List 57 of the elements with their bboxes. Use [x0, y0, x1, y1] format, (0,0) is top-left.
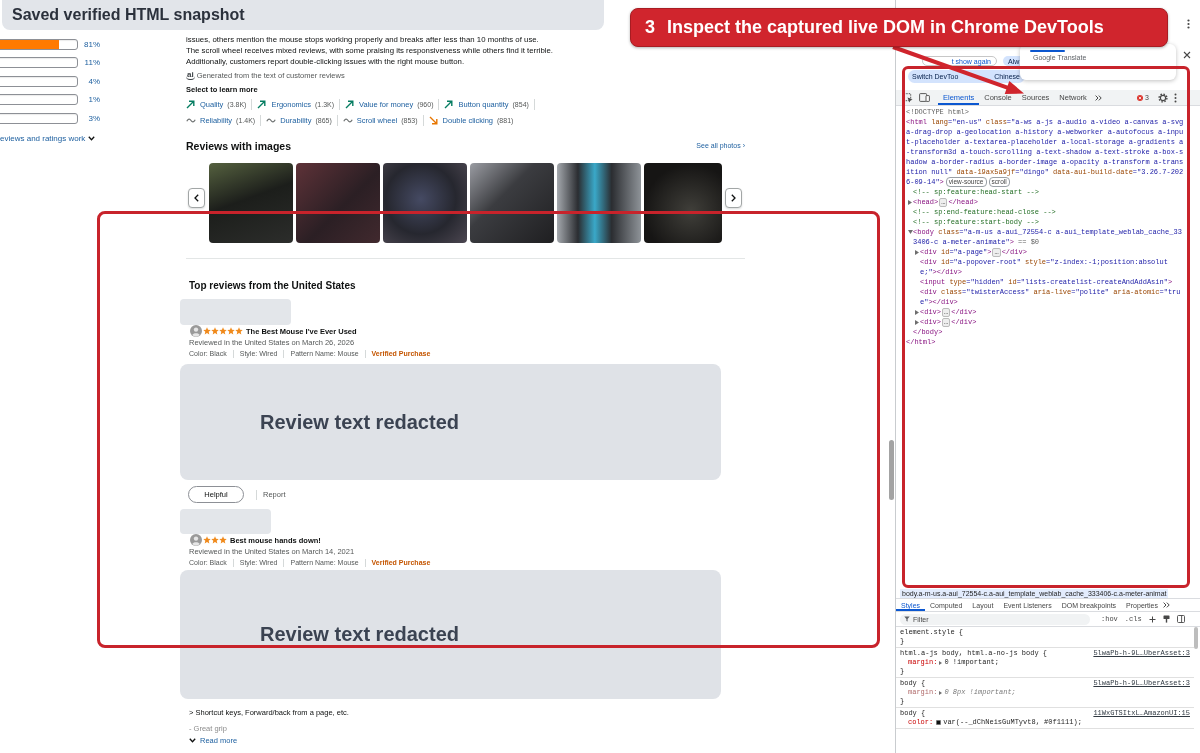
- expand-triangle-icon[interactable]: [939, 690, 943, 695]
- trend-down-icon: [428, 115, 439, 125]
- caret-right-icon[interactable]: [915, 309, 919, 315]
- caret-right-icon[interactable]: [908, 199, 912, 205]
- scrollbar-thumb[interactable]: [889, 440, 894, 500]
- double-chevron-icon[interactable]: [1163, 602, 1170, 608]
- photo-placeholder[interactable]: [296, 163, 380, 243]
- callout-text: Inspect the captured live DOM in Chrome DevTools: [667, 17, 1104, 38]
- rating-percent[interactable]: 81%: [79, 39, 100, 49]
- close-icon[interactable]: [1183, 51, 1191, 59]
- carousel-next-button[interactable]: [725, 188, 742, 208]
- ratings-info-link[interactable]: eviews and ratings work: [0, 132, 96, 145]
- more-options-icon[interactable]: [1187, 19, 1190, 29]
- photo-placeholder[interactable]: [470, 163, 554, 243]
- error-icon: [1137, 94, 1144, 101]
- plus-icon[interactable]: [1148, 615, 1156, 623]
- select-cursor-icon[interactable]: [903, 92, 913, 103]
- scrollbar-thumb[interactable]: [1194, 627, 1198, 649]
- expand-triangle-icon[interactable]: [939, 660, 943, 665]
- rating-percent[interactable]: 1%: [79, 95, 100, 105]
- color-swatch-icon[interactable]: [936, 720, 942, 725]
- photo-placeholder[interactable]: [383, 163, 467, 243]
- devices-icon[interactable]: [919, 93, 930, 102]
- section-heading: Reviews with images: [186, 139, 292, 152]
- double-chevron-icon[interactable]: [1094, 94, 1102, 101]
- avatar-icon: [190, 325, 202, 337]
- more-options-icon[interactable]: [1174, 92, 1177, 103]
- rating-percent[interactable]: 4%: [79, 76, 100, 86]
- trend-up-icon: [186, 99, 196, 109]
- trend-up-icon: [257, 99, 268, 109]
- chevron-right-icon: [731, 194, 736, 202]
- trend-up-icon: [444, 99, 455, 109]
- filter-icon: [904, 616, 910, 622]
- snapshot-banner: Saved verified HTML snapshot: [2, 0, 604, 30]
- sidebar-icon[interactable]: [1176, 615, 1185, 623]
- step-number: 3: [645, 17, 655, 38]
- chevron-left-icon: [194, 194, 199, 202]
- trend-up-icon: [345, 99, 356, 109]
- caret-right-icon[interactable]: [915, 319, 919, 325]
- chevron-down-icon: [88, 136, 96, 141]
- ai-mark: ai: [186, 70, 195, 80]
- rating-percent[interactable]: 3%: [79, 113, 100, 123]
- caret-right-icon[interactable]: [915, 249, 919, 255]
- tab-indicator: [1030, 50, 1065, 52]
- caret-down-icon[interactable]: [907, 230, 913, 234]
- photo-placeholder[interactable]: [557, 163, 641, 243]
- avatar-icon: [190, 534, 202, 546]
- chevron-down-icon: [189, 738, 196, 743]
- carousel-previous-button[interactable]: [188, 188, 205, 208]
- redaction-label: Review text redacted: [260, 623, 459, 646]
- settings-icon[interactable]: [1158, 92, 1168, 103]
- photo-placeholder[interactable]: [209, 163, 293, 243]
- photo-placeholder[interactable]: [644, 163, 722, 243]
- section-heading: Top reviews from the United States: [189, 279, 356, 293]
- redaction-label: Review text redacted: [260, 410, 459, 434]
- brush-icon[interactable]: [1162, 615, 1170, 623]
- rating-percent[interactable]: 11%: [79, 58, 100, 68]
